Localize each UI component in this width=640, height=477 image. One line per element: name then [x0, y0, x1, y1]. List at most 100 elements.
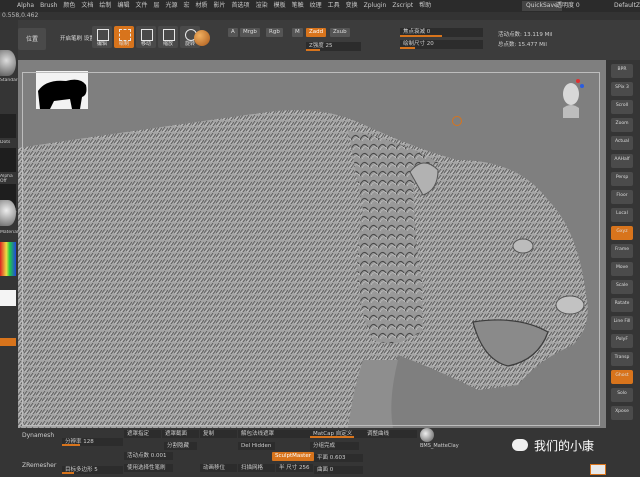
dots-stroke-icon[interactable]	[0, 114, 16, 138]
target-polygons-slider[interactable]: 目标多边形 5	[62, 466, 123, 474]
channel-m-button[interactable]: M	[292, 28, 303, 37]
menu-item[interactable]: 绘制	[96, 0, 114, 12]
active-points-slider[interactable]: 活动点数 0.001	[124, 452, 173, 460]
split-hidden-label: 分割隐藏	[167, 443, 190, 449]
menu-item[interactable]: 宏	[181, 0, 193, 12]
menu-item[interactable]: Alpha	[14, 0, 37, 12]
resolution-fill	[62, 444, 81, 446]
menu-item[interactable]: 变换	[343, 0, 361, 12]
draw-size-slider[interactable]: 绘制尺寸 20	[400, 40, 483, 49]
active-points-readout: 活动点数: 13.119 Mil	[498, 32, 553, 38]
menu-item[interactable]: Zscript	[389, 0, 416, 12]
tray-button-label: PolyF	[616, 337, 628, 342]
channel-a-button[interactable]: A	[228, 28, 238, 37]
scale-label: 缩放	[162, 41, 173, 47]
mask-section-button[interactable]: 遮罩截面	[162, 430, 199, 438]
tray-button-scale[interactable]: Scale	[611, 280, 633, 294]
tray-button-local[interactable]: Local	[611, 208, 633, 222]
resolution-slider[interactable]: 分辨率 128	[62, 438, 123, 446]
color-picker[interactable]	[0, 242, 16, 276]
split-hidden-button[interactable]: 分割隐藏	[164, 442, 197, 450]
tray-button-scroll[interactable]: Scroll	[611, 100, 633, 114]
menu-item[interactable]: 文件	[132, 0, 150, 12]
focal-shift-slider[interactable]: 焦点衰减 0	[400, 28, 483, 37]
menu-item[interactable]: 文档	[78, 0, 96, 12]
tray-button-line-fill[interactable]: Line Fill	[611, 316, 633, 330]
menu-item[interactable]: 渲染	[253, 0, 271, 12]
tray-button-polyf[interactable]: PolyF	[611, 334, 633, 348]
menu-item[interactable]: 颜色	[60, 0, 78, 12]
main-color-swatch[interactable]	[0, 290, 16, 306]
watermark-text: 我们的小康	[534, 438, 595, 453]
menu-item[interactable]: 首选项	[229, 0, 253, 12]
position-button[interactable]: 位置	[18, 28, 46, 50]
brush-mode-label: 开启笔刷 设置	[60, 36, 95, 42]
tray-button-label: Line Fill	[613, 319, 631, 324]
tray-button-zoom[interactable]: Zoom	[611, 118, 633, 132]
zsub-button[interactable]: Zsub	[330, 28, 350, 37]
channel-rgb-button[interactable]: Rgb	[266, 28, 283, 37]
status-row: 0.558,0.462	[0, 12, 640, 20]
anim-shift-button[interactable]: 动画移位	[200, 464, 237, 472]
menu-item[interactable]: 纹理	[307, 0, 325, 12]
tray-button-gxyz[interactable]: Gxyz	[611, 226, 633, 240]
tray-button-transp[interactable]: Transp	[611, 352, 633, 366]
tray-button-persp[interactable]: Persp	[611, 172, 633, 186]
surface-slider[interactable]: 曲面 0	[314, 466, 363, 474]
menu-item[interactable]: 模板	[271, 0, 289, 12]
z-intensity-slider[interactable]: Z强度 25	[306, 42, 361, 51]
mask-assign-button[interactable]: 遮罩指定	[124, 430, 161, 438]
plane-slider[interactable]: 平面 0.603	[314, 454, 363, 462]
menu-item[interactable]: 工具	[325, 0, 343, 12]
scale-button[interactable]: 缩放	[158, 26, 178, 48]
tray-button-solo[interactable]: Solo	[611, 388, 633, 402]
edit-button[interactable]: 编辑	[92, 26, 112, 48]
zremesher-label[interactable]: ZRemesher	[22, 462, 56, 469]
scan-mesh-button[interactable]: 扫描网格	[238, 464, 275, 472]
tray-button-floor[interactable]: Floor	[611, 190, 633, 204]
unpack-normal-mask-button[interactable]: 解包法线遮罩	[238, 430, 311, 438]
menu-item[interactable]: 材质	[193, 0, 211, 12]
menu-item[interactable]: Zplugin	[361, 0, 390, 12]
secondary-color-swatch[interactable]	[0, 338, 16, 346]
menu-item[interactable]: 编辑	[114, 0, 132, 12]
see-through-slider[interactable]: 透明度 0	[556, 1, 580, 11]
tray-button-bpr[interactable]: BPR	[611, 64, 633, 78]
dynamesh-label[interactable]: Dynamesh	[22, 432, 54, 439]
menu-item[interactable]: Brush	[37, 0, 60, 12]
sculptmaster-button[interactable]: SculptMaster	[272, 452, 314, 461]
material-preview-icon[interactable]	[420, 428, 434, 442]
tray-button-actual[interactable]: Actual	[611, 136, 633, 150]
copy-button[interactable]: 复制	[200, 430, 237, 438]
material-sphere-icon[interactable]	[194, 30, 210, 46]
menu-item[interactable]: 层	[150, 0, 162, 12]
move-label: 移动	[140, 41, 151, 47]
material-icon[interactable]	[0, 200, 16, 226]
channel-mrgb-button[interactable]: Mrgb	[240, 28, 260, 37]
half-size-slider[interactable]: 半 尺寸 256	[276, 464, 313, 472]
tray-button-spix-3[interactable]: SPix 3	[611, 82, 633, 96]
del-hidden-button[interactable]: Del Hidden	[238, 442, 275, 450]
group-done-button[interactable]: 分组完成	[310, 442, 359, 450]
tray-button-xpose[interactable]: Xpose	[611, 406, 633, 420]
translate-badge	[590, 464, 606, 475]
menu-item[interactable]: 笔触	[289, 0, 307, 12]
tray-button-aahalf[interactable]: AAHalf	[611, 154, 633, 168]
menu-item[interactable]: 帮助	[416, 0, 434, 12]
tray-button-ghost[interactable]: Ghost	[611, 370, 633, 384]
default-zscript-button[interactable]: DefaultZS	[614, 1, 640, 11]
move-button[interactable]: 移动	[136, 26, 156, 48]
draw-button[interactable]: 绘制	[114, 26, 134, 48]
selective-brush-button[interactable]: 使用选择性笔刷	[124, 464, 173, 472]
adjust-curve-button[interactable]: 调整曲线	[364, 430, 417, 438]
tray-button-frame[interactable]: Frame	[611, 244, 633, 258]
alpha-icon[interactable]	[0, 148, 16, 172]
standard-brush-icon[interactable]	[0, 50, 16, 76]
tray-button-rotate[interactable]: Rotate	[611, 298, 633, 312]
tray-button-label: Local	[616, 211, 628, 216]
mask-assign-label: 遮罩指定	[127, 431, 150, 437]
menu-item[interactable]: 光源	[162, 0, 180, 12]
zadd-button[interactable]: Zadd	[306, 28, 327, 37]
menu-item[interactable]: 影片	[211, 0, 229, 12]
tray-button-move[interactable]: Move	[611, 262, 633, 276]
